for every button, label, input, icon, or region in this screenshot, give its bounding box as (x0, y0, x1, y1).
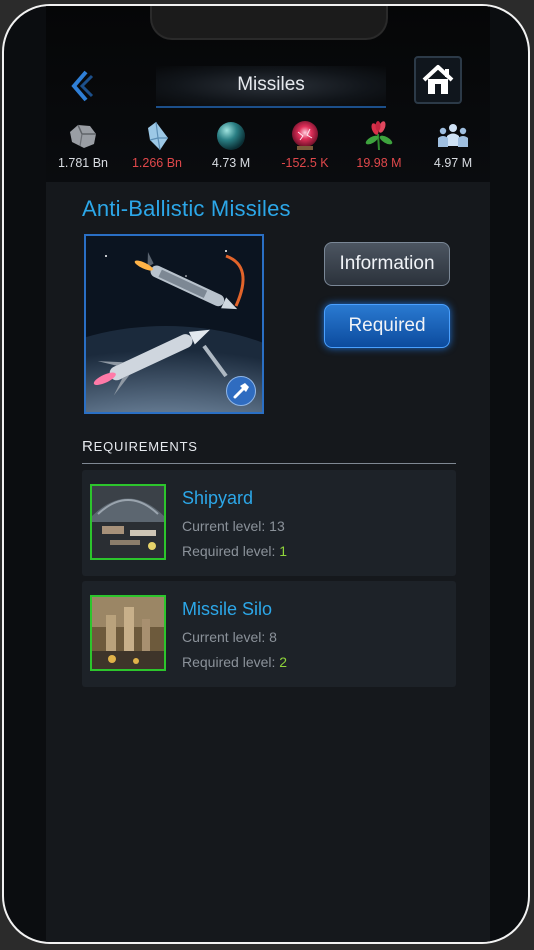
requirement-name[interactable]: Missile Silo (182, 599, 272, 620)
requirement-name[interactable]: Shipyard (182, 488, 253, 509)
requirement-thumbnail (90, 484, 166, 560)
phone-frame: Missiles 1.781 Bn 1.266 Bn 4.73 M -152.5… (2, 4, 530, 944)
current-level-label: Current level: (182, 629, 270, 645)
plant-icon (365, 121, 393, 151)
current-level-label: Current level: (182, 518, 270, 534)
shipyard-image (92, 486, 164, 558)
resource-deuterium[interactable]: 4.73 M (194, 116, 268, 176)
phone-notch (150, 6, 388, 40)
resource-energy[interactable]: -152.5 K (268, 116, 342, 176)
required-level-value: 1 (279, 543, 288, 559)
item-title: Anti-Ballistic Missiles (82, 196, 291, 221)
resource-bar: 1.781 Bn 1.266 Bn 4.73 M -152.5 K 19.98 … (46, 116, 490, 176)
resource-value: 1.781 Bn (57, 156, 109, 170)
resource-food[interactable]: 19.98 M (342, 116, 416, 176)
requirement-card[interactable]: Missile Silo Current level: 8 Required l… (82, 581, 456, 687)
resource-value: 1.266 Bn (131, 156, 183, 170)
people-icon (438, 124, 468, 147)
back-button[interactable] (66, 66, 96, 106)
rock-icon (70, 124, 96, 148)
resource-value: 4.97 M (433, 156, 473, 170)
missile-silo-image (92, 597, 164, 669)
app-screen: Missiles 1.781 Bn 1.266 Bn 4.73 M -152.5… (46, 6, 490, 942)
resource-value: 4.73 M (211, 156, 251, 170)
required-level-line: Required level: 1 (182, 543, 287, 559)
crystal-icon (148, 121, 168, 151)
required-button[interactable]: Required (324, 304, 450, 348)
current-level-line: Current level: 8 (182, 629, 277, 645)
required-level-label: Required level: (182, 543, 280, 559)
required-level-label: Required level: (182, 654, 280, 670)
required-level-value: 2 (279, 654, 288, 670)
resource-value: -152.5 K (281, 156, 329, 170)
resource-crystal[interactable]: 1.266 Bn (120, 116, 194, 176)
resource-population[interactable]: 4.97 M (416, 116, 490, 176)
requirement-card[interactable]: Shipyard Current level: 13 Required leve… (82, 470, 456, 576)
resource-value: 19.98 M (356, 156, 402, 170)
chevron-left-icon (71, 70, 94, 102)
required-level-line: Required level: 2 (182, 654, 287, 670)
plasma-orb-icon (292, 121, 318, 150)
requirements-heading: REQUIREMENTS (82, 438, 456, 464)
sphere-icon (217, 122, 245, 150)
requirement-thumbnail (90, 595, 166, 671)
hammer-icon (233, 383, 249, 399)
heading-rest: EQUIREMENTS (93, 439, 198, 454)
resource-metal[interactable]: 1.781 Bn (46, 116, 120, 176)
current-level-value: 8 (269, 629, 277, 645)
build-badge[interactable] (226, 376, 256, 406)
information-button[interactable]: Information (324, 242, 450, 286)
heading-initial: R (82, 438, 94, 455)
home-button[interactable] (414, 56, 462, 104)
current-level-line: Current level: 13 (182, 518, 285, 534)
current-level-value: 13 (269, 518, 285, 534)
item-image (84, 234, 264, 414)
home-icon (422, 65, 454, 94)
page-title: Missiles (237, 74, 305, 95)
title-bar: Missiles (156, 66, 386, 108)
